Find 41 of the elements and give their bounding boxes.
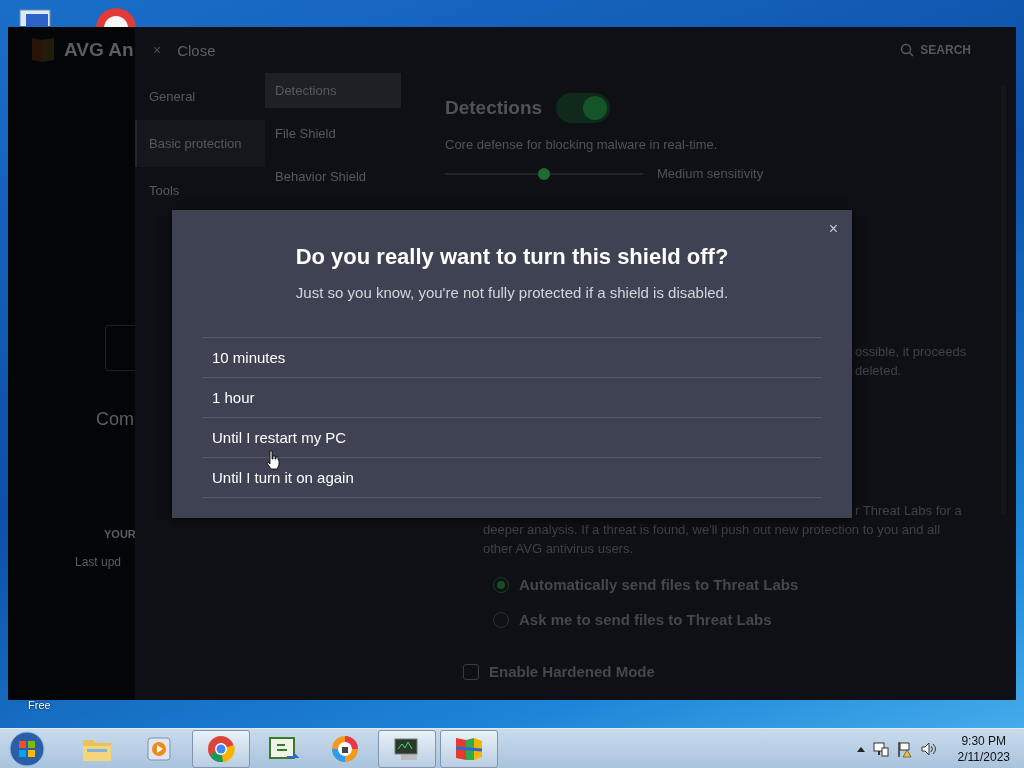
close-link[interactable]: Close bbox=[177, 41, 216, 59]
nav-item[interactable]: General bbox=[135, 73, 265, 120]
monitor-taskbar-button[interactable] bbox=[378, 730, 436, 768]
status-text: Com bbox=[96, 409, 134, 430]
dialog-title: Do you really want to turn this shield off? bbox=[295, 244, 729, 270]
app-title: AVG An bbox=[64, 39, 134, 61]
browser-logo-icon bbox=[206, 734, 236, 764]
hand-cursor-icon bbox=[266, 450, 280, 470]
option-item[interactable]: Until I restart my PC bbox=[202, 418, 822, 458]
checkbox[interactable] bbox=[463, 663, 479, 680]
close-icon[interactable]: × bbox=[153, 42, 162, 58]
logo-icon bbox=[30, 35, 56, 65]
subnav-item[interactable]: Behavior Shield bbox=[265, 159, 401, 194]
caret-up-icon[interactable] bbox=[855, 745, 866, 753]
play-icon bbox=[145, 735, 173, 763]
dialog-subtitle: Just so you know, you're not fully protected if a shield is disabled. bbox=[295, 284, 729, 301]
status-label: YOUR bbox=[104, 528, 135, 540]
nav-item[interactable]: Tools bbox=[135, 167, 265, 214]
clock-time[interactable]: 9:30 PM bbox=[961, 733, 1007, 749]
subnav-item[interactable]: File Shield bbox=[265, 116, 401, 151]
section-description: Core defense for blocking malware in real-time. bbox=[445, 137, 719, 152]
subnav-item[interactable]: Detections bbox=[265, 73, 401, 108]
update-text: Last upd bbox=[75, 555, 122, 569]
option-item[interactable]: 1 hour bbox=[202, 378, 822, 418]
search-icon bbox=[900, 43, 915, 57]
start-button[interactable] bbox=[8, 730, 46, 768]
network-icon[interactable] bbox=[871, 740, 890, 758]
slider-thumb[interactable] bbox=[538, 167, 550, 180]
nav-item[interactable]: Basic protection bbox=[135, 120, 265, 167]
speaker-icon[interactable] bbox=[919, 740, 938, 758]
close-button[interactable]: × bbox=[824, 218, 842, 240]
option-item[interactable]: 10 minutes bbox=[202, 338, 822, 378]
flag-icon[interactable] bbox=[895, 740, 914, 758]
clock-date[interactable]: 2/11/2023 bbox=[957, 749, 1010, 765]
lock-circle-icon bbox=[330, 734, 360, 764]
toggle-switch[interactable] bbox=[556, 93, 611, 123]
section-title: Detections bbox=[445, 97, 543, 119]
outline-box bbox=[105, 325, 135, 371]
search-button[interactable]: SEARCH bbox=[900, 43, 971, 57]
slider-label: Medium sensitivity bbox=[657, 166, 764, 181]
desktop-icon-label: Free bbox=[28, 699, 51, 711]
